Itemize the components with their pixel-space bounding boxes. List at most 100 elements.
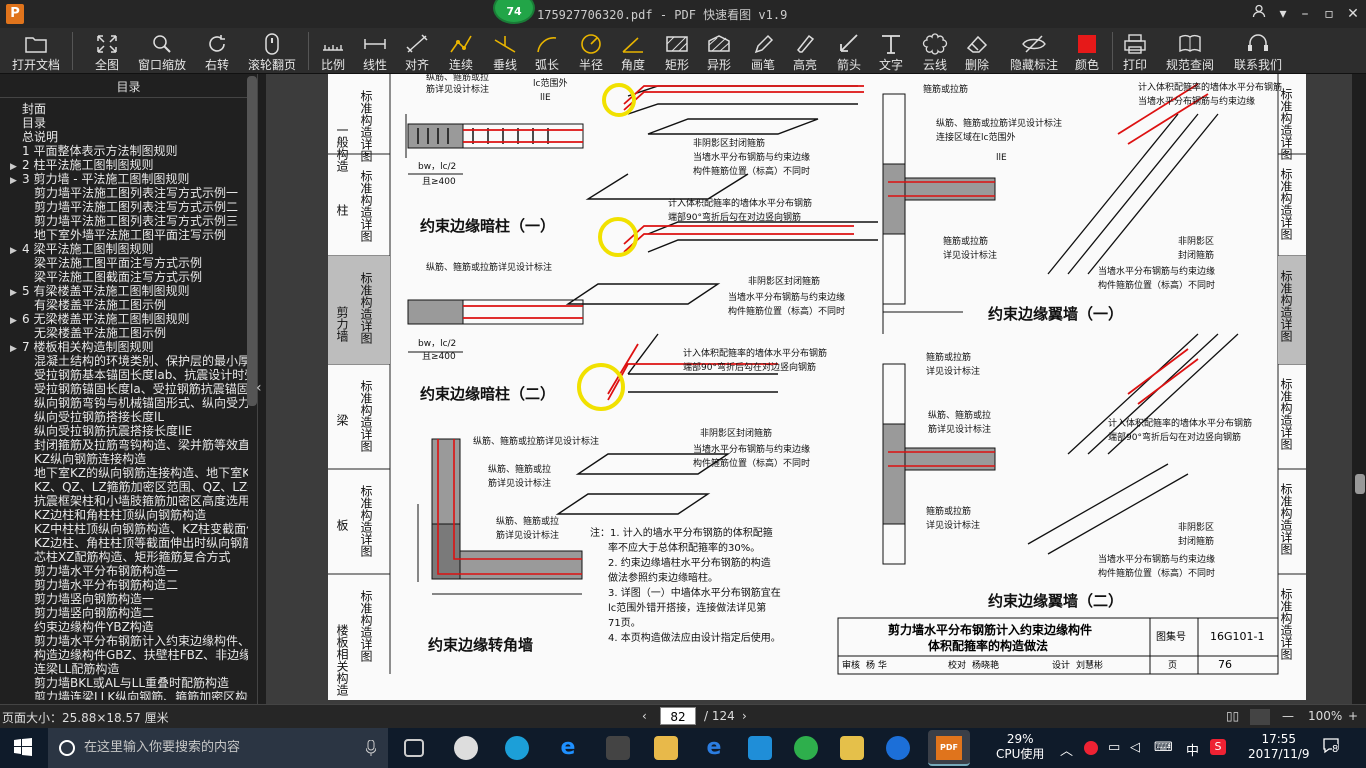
- highlight-button[interactable]: 高亮: [790, 30, 820, 72]
- toc-item[interactable]: KZ边柱和角柱柱顶纵向钢筋构造: [0, 508, 248, 522]
- fit-all-button[interactable]: 全图: [86, 30, 128, 72]
- hide-annotations-button[interactable]: 隐藏标注: [1006, 30, 1062, 72]
- tray-app-icon[interactable]: [1084, 741, 1098, 755]
- toc-item[interactable]: 剪力墙平法施工图列表注写方式示例二: [0, 200, 248, 214]
- 360-app-icon[interactable]: [794, 736, 818, 760]
- angle-button[interactable]: 角度: [618, 30, 648, 72]
- ie-browser-icon[interactable]: e: [702, 736, 726, 760]
- expand-arrow-icon[interactable]: ▶: [10, 160, 22, 172]
- toc-item[interactable]: 封闭箍筋及拉筋弯钩构造、梁并筋等效直径: [0, 438, 248, 452]
- toc-item[interactable]: 受拉钢筋锚固长度la、受拉钢筋抗震锚固长: [0, 382, 248, 396]
- toc-item[interactable]: KZ纵向钢筋连接构造: [0, 452, 248, 466]
- continuous-view-icon[interactable]: [1250, 709, 1270, 725]
- cpu-usage[interactable]: 29% CPU使用: [996, 732, 1044, 762]
- sidebar-scrollbar[interactable]: [247, 76, 257, 406]
- toc-item[interactable]: ▶ 6 无梁楼盖平法施工图制图规则: [0, 312, 248, 326]
- toc-item[interactable]: KZ中柱柱顶纵向钢筋构造、KZ柱变截面位置: [0, 522, 248, 536]
- toc-item[interactable]: 地下室外墙平法施工图平面注写示例: [0, 228, 248, 242]
- toc-item[interactable]: 构造边缘构件GBZ、扶壁柱FBZ、非边缘暗柱: [0, 648, 248, 662]
- zoom-in-button[interactable]: +: [1348, 709, 1358, 723]
- windows-start-icon[interactable]: [14, 738, 32, 760]
- edge-browser-icon[interactable]: e: [556, 736, 580, 760]
- ime-indicator[interactable]: 中: [1186, 740, 1199, 759]
- chevron-up-icon[interactable]: ︿: [1060, 740, 1073, 759]
- toc-item[interactable]: 剪力墙平法施工图列表注写方式示例一: [0, 186, 248, 200]
- delete-button[interactable]: 删除: [962, 30, 992, 72]
- color-button[interactable]: 颜色: [1072, 30, 1102, 72]
- arrow-button[interactable]: 箭头: [834, 30, 864, 72]
- toc-item[interactable]: 剪力墙BKL或AL与LL重叠时配筋构造: [0, 676, 248, 690]
- next-page-icon[interactable]: ›: [742, 709, 747, 723]
- viewer-scrollbar[interactable]: [1355, 474, 1365, 494]
- rotate-right-button[interactable]: 右转: [196, 30, 238, 72]
- continuous-button[interactable]: 连续: [446, 30, 476, 72]
- toc-item[interactable]: 剪力墙竖向钢筋构造二: [0, 606, 248, 620]
- expand-arrow-icon[interactable]: ▶: [10, 342, 22, 354]
- toc-item[interactable]: 混凝土结构的环境类别、保护层的最小厚度: [0, 354, 248, 368]
- expand-arrow-icon[interactable]: ▶: [10, 286, 22, 298]
- left-tab-name[interactable]: 剪力墙: [335, 305, 349, 343]
- rectangle-button[interactable]: 矩形: [662, 30, 692, 72]
- radius-button[interactable]: 半径: [576, 30, 606, 72]
- pinwheel-app-icon[interactable]: [454, 736, 478, 760]
- task-view-icon[interactable]: [404, 739, 424, 757]
- print-button[interactable]: 打印: [1120, 30, 1150, 72]
- perpendicular-button[interactable]: 垂线: [490, 30, 520, 72]
- minimize-button[interactable]: –: [1294, 4, 1316, 24]
- microphone-icon[interactable]: [366, 740, 376, 756]
- toc-item[interactable]: 封面: [0, 102, 248, 116]
- store-icon[interactable]: [606, 736, 630, 760]
- single-page-view-icon[interactable]: ▯▯: [1226, 709, 1239, 723]
- zoom-level[interactable]: 100%: [1308, 709, 1342, 723]
- open-document-button[interactable]: 打开文档: [8, 30, 64, 72]
- toc-item[interactable]: 抗震框架柱和小墙肢箍筋加密区高度选用表: [0, 494, 248, 508]
- toc-item[interactable]: 剪力墙水平分布钢筋计入约束边缘构件、剪: [0, 634, 248, 648]
- left-tab-name[interactable]: 一般构造: [335, 124, 349, 172]
- text-button[interactable]: 文字: [876, 30, 906, 72]
- toc-item[interactable]: ▶ 3 剪力墙 - 平法施工图制图规则: [0, 172, 248, 186]
- zoom-out-button[interactable]: —: [1282, 709, 1294, 723]
- expand-arrow-icon[interactable]: ▶: [10, 244, 22, 256]
- menu-dropdown-icon[interactable]: ▾: [1272, 4, 1294, 24]
- weather-app-icon[interactable]: [505, 736, 529, 760]
- file-explorer-icon[interactable]: [654, 736, 678, 760]
- left-tab-name[interactable]: 柱: [335, 203, 349, 217]
- left-tab-name[interactable]: 梁: [335, 413, 349, 426]
- notepad-app-icon[interactable]: [840, 736, 864, 760]
- toc-item[interactable]: 纵向受拉钢筋搭接长度lL: [0, 410, 248, 424]
- toc-item[interactable]: 目录: [0, 116, 248, 130]
- sogou-ime-icon[interactable]: S: [1210, 739, 1226, 755]
- toc-item[interactable]: 连梁LL配筋构造: [0, 662, 248, 676]
- expand-arrow-icon[interactable]: ▶: [10, 174, 22, 186]
- page-number-input[interactable]: 82: [660, 707, 696, 725]
- align-button[interactable]: 对齐: [402, 30, 432, 72]
- taskbar-search-box[interactable]: 在这里输入你要搜索的内容: [48, 728, 388, 768]
- irregular-shape-button[interactable]: 异形: [704, 30, 734, 72]
- g-app-icon[interactable]: [886, 736, 910, 760]
- prev-page-icon[interactable]: ‹: [642, 709, 647, 723]
- network-icon[interactable]: ▭: [1108, 740, 1120, 755]
- feiqiu-app-icon[interactable]: [748, 736, 772, 760]
- toc-item[interactable]: ▶ 2 柱平法施工图制图规则: [0, 158, 248, 172]
- toc-item[interactable]: 纵向钢筋弯钩与机械锚固形式、纵向受力钢: [0, 396, 248, 410]
- toc-item[interactable]: KZ、QZ、LZ箍筋加密区范围、QZ、LZ纵向钢: [0, 480, 248, 494]
- keyboard-icon[interactable]: ⌨: [1154, 740, 1173, 755]
- user-icon[interactable]: [1248, 4, 1270, 24]
- scale-button[interactable]: 比例: [318, 30, 348, 72]
- collapse-sidebar-icon[interactable]: ‹: [256, 380, 262, 396]
- toc-item[interactable]: ▶ 5 有梁楼盖平法施工图制图规则: [0, 284, 248, 298]
- toc-item[interactable]: 梁平法施工图平面注写方式示例: [0, 256, 248, 270]
- toc-item[interactable]: ▶ 4 梁平法施工图制图规则: [0, 242, 248, 256]
- toc-item[interactable]: 约束边缘构件YBZ构造: [0, 620, 248, 634]
- toc-item[interactable]: 梁平法施工图截面注写方式示例: [0, 270, 248, 284]
- pen-button[interactable]: 画笔: [748, 30, 778, 72]
- arc-length-button[interactable]: 弧长: [532, 30, 562, 72]
- left-tab-name[interactable]: 板: [335, 519, 349, 532]
- notification-icon[interactable]: 8: [1322, 736, 1342, 758]
- toc-item[interactable]: 剪力墙竖向钢筋构造一: [0, 592, 248, 606]
- pdf-viewer-taskbar-button[interactable]: PDF: [928, 730, 970, 766]
- linear-button[interactable]: 线性: [360, 30, 390, 72]
- toc-item[interactable]: 有梁楼盖平法施工图示例: [0, 298, 248, 312]
- toc-item[interactable]: 地下室KZ的纵向钢筋连接构造、地下室KZ的: [0, 466, 248, 480]
- toc-item[interactable]: 剪力墙水平分布钢筋构造一: [0, 564, 248, 578]
